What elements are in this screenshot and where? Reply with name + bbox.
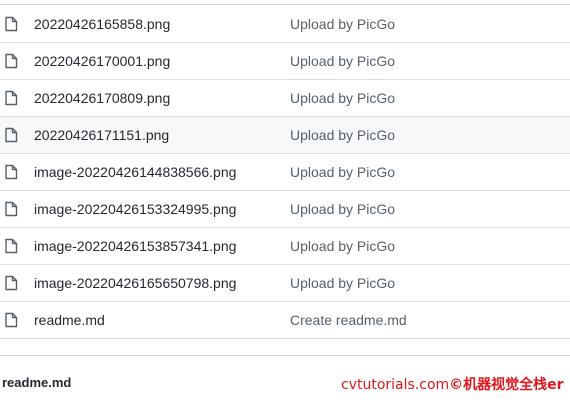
file-icon [5, 275, 18, 291]
commit-message-link[interactable]: Upload by PicGo [290, 127, 395, 143]
file-icon [5, 16, 18, 32]
watermark-copyright: ©机器视觉全栈er [449, 377, 564, 393]
commit-message-link[interactable]: Upload by PicGo [290, 16, 395, 32]
file-list: 20220426165858.png Upload by PicGo 20220… [0, 0, 570, 339]
file-icon [5, 53, 18, 69]
file-icon [5, 127, 18, 143]
file-row[interactable]: image-20220426153324995.png Upload by Pi… [0, 190, 570, 227]
file-name-link[interactable]: 20220426170001.png [34, 53, 170, 69]
file-name-link[interactable]: image-20220426153857341.png [34, 238, 236, 254]
file-name-link[interactable]: 20220426171151.png [34, 127, 169, 143]
file-name-link[interactable]: image-20220426165650798.png [34, 275, 236, 291]
file-row[interactable]: 20220426170809.png Upload by PicGo [0, 79, 570, 116]
commit-message-link[interactable]: Upload by PicGo [290, 164, 395, 180]
commit-message-link[interactable]: Upload by PicGo [290, 201, 395, 217]
file-row[interactable]: 20220426171151.png Upload by PicGo [0, 116, 570, 153]
watermark-site: cvtutorials.com [341, 377, 450, 393]
file-icon [5, 164, 18, 180]
file-icon [5, 238, 18, 254]
file-name-link[interactable]: 20220426170809.png [34, 90, 170, 106]
commit-message-link[interactable]: Upload by PicGo [290, 275, 395, 291]
file-name-link[interactable]: readme.md [34, 312, 105, 328]
commit-message-link[interactable]: Upload by PicGo [290, 53, 395, 69]
file-icon [5, 201, 18, 217]
file-name-link[interactable]: image-20220426153324995.png [34, 201, 236, 217]
watermark: cvtutorials.com©机器视觉全栈er [341, 374, 564, 394]
file-row[interactable]: 20220426165858.png Upload by PicGo [0, 6, 570, 42]
commit-message-link[interactable]: Upload by PicGo [290, 90, 395, 106]
file-name-link[interactable]: 20220426165858.png [34, 16, 170, 32]
file-row[interactable]: image-20220426153857341.png Upload by Pi… [0, 227, 570, 264]
file-name-link[interactable]: image-20220426144838566.png [34, 164, 236, 180]
file-row[interactable]: readme.md Create readme.md [0, 301, 570, 338]
file-row[interactable]: image-20220426165650798.png Upload by Pi… [0, 264, 570, 301]
file-icon [5, 90, 18, 106]
commit-message-link[interactable]: Create readme.md [290, 312, 407, 328]
readme-header: readme.md cvtutorials.com©机器视觉全栈er [0, 355, 570, 413]
file-row[interactable]: image-20220426144838566.png Upload by Pi… [0, 153, 570, 190]
commit-message-link[interactable]: Upload by PicGo [290, 238, 395, 254]
file-icon [5, 312, 18, 328]
file-row[interactable]: 20220426170001.png Upload by PicGo [0, 42, 570, 79]
readme-title: readme.md [2, 375, 72, 390]
